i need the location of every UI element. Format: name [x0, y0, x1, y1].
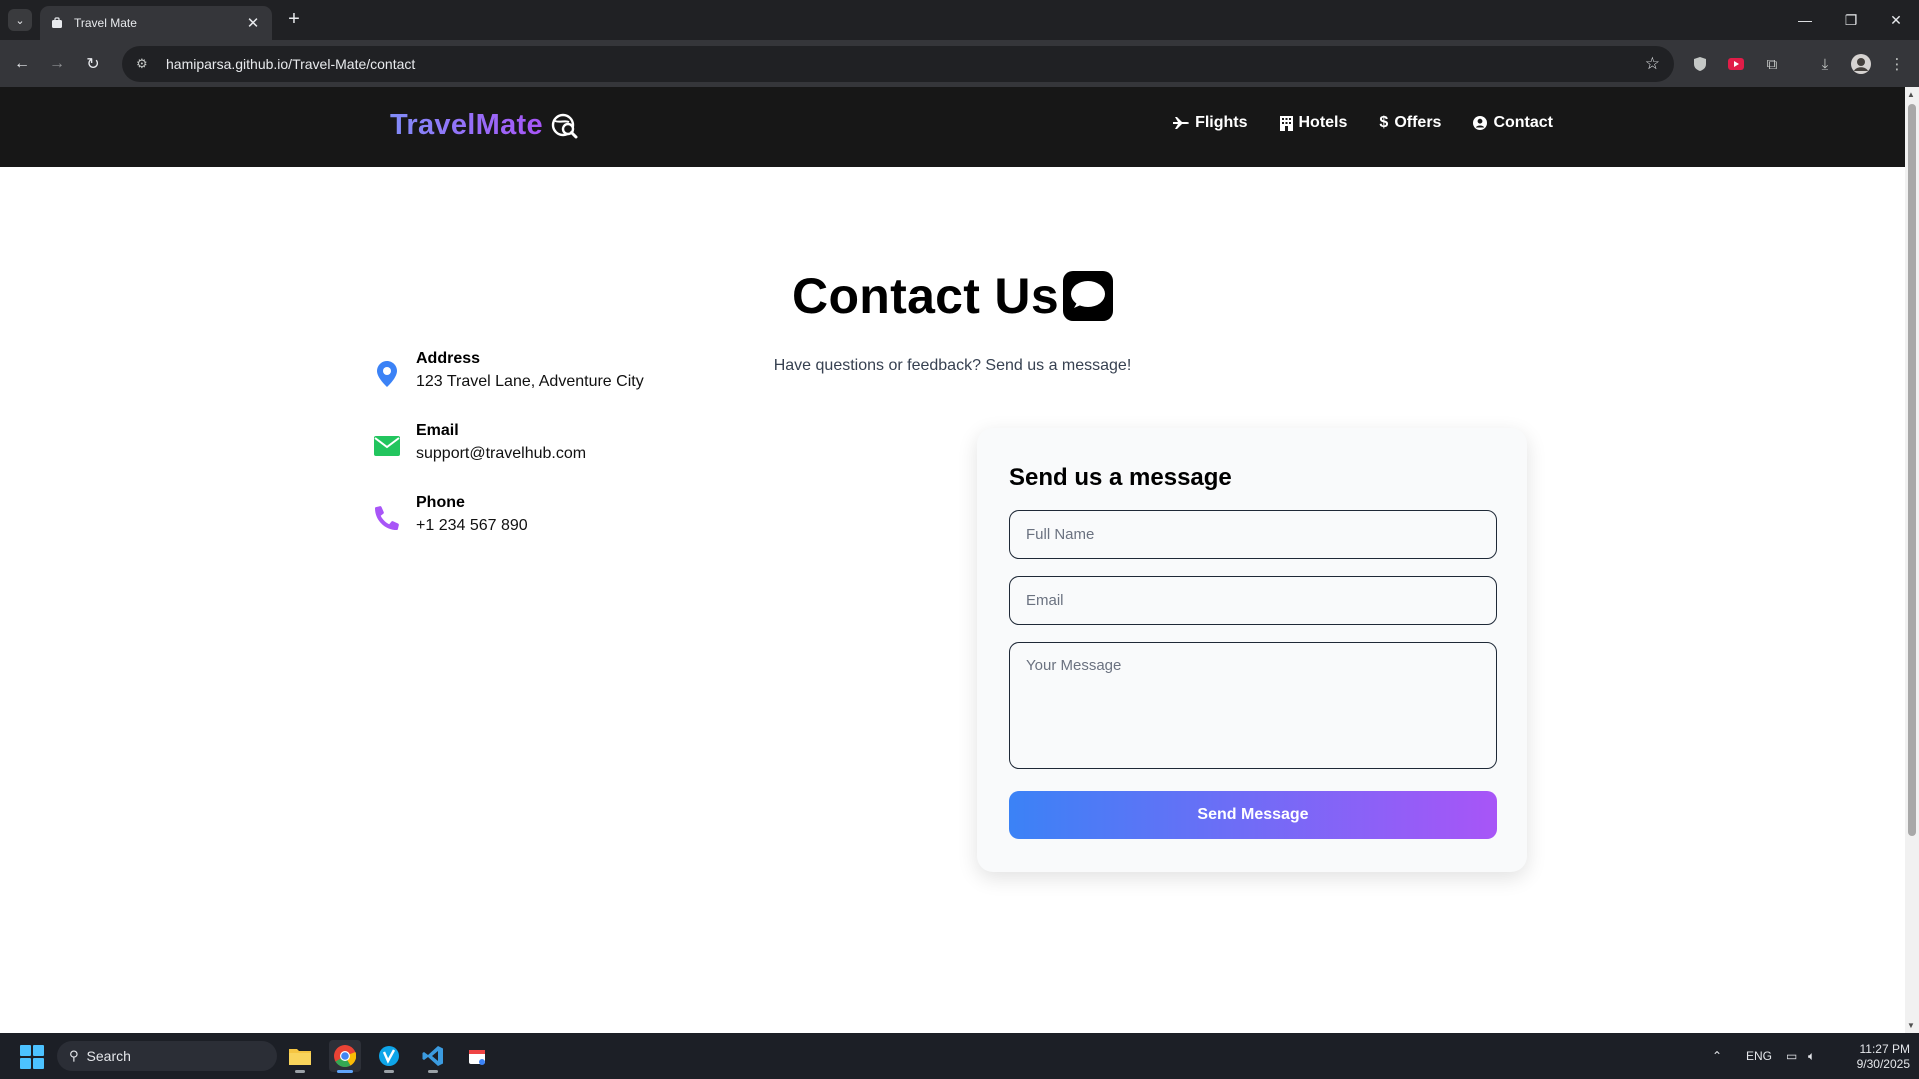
browser-toolbar: ← → ↻ ⚙ hamiparsa.github.io/Travel-Mate/… — [0, 40, 1919, 87]
nav-contact[interactable]: Contact — [1473, 114, 1553, 132]
running-indicator — [295, 1070, 305, 1073]
address-label: Address — [416, 350, 481, 367]
taskbar-search-label: Search — [86, 1048, 131, 1064]
browser-menu-icon[interactable]: ⋮ — [1885, 52, 1909, 76]
address-bar[interactable]: ⚙ hamiparsa.github.io/Travel-Mate/contac… — [122, 46, 1674, 82]
browser-tab[interactable]: Travel Mate ✕ — [40, 6, 272, 40]
map-pin-icon — [373, 360, 401, 388]
close-window-button[interactable]: ✕ — [1873, 0, 1919, 40]
nav-offers[interactable]: $ Offers — [1379, 114, 1441, 132]
site-navbar: TravelMate Flights Hotels $ Offers Conta… — [0, 87, 1905, 167]
brand-name: TravelMate — [390, 109, 543, 141]
file-explorer-icon[interactable] — [284, 1040, 316, 1073]
scrollbar-thumb[interactable] — [1908, 104, 1916, 836]
windows-start-icon[interactable] — [20, 1045, 44, 1069]
chat-bubble-icon — [1062, 271, 1113, 321]
email-input[interactable] — [1009, 576, 1497, 625]
envelope-icon — [373, 432, 401, 460]
search-icon: ⚲ — [69, 1048, 79, 1063]
system-clock[interactable]: 11:27 PM 9/30/2025 — [1840, 1042, 1910, 1072]
vscode-icon[interactable] — [417, 1040, 449, 1073]
active-indicator — [337, 1070, 353, 1073]
site-logo[interactable]: TravelMate — [390, 109, 579, 142]
youtube-extension-icon[interactable] — [1724, 52, 1748, 76]
phone-value[interactable]: +1 234 567 890 — [416, 517, 528, 535]
hotel-icon — [1279, 115, 1293, 131]
nav-flights[interactable]: Flights — [1173, 114, 1248, 132]
profile-avatar-icon[interactable] — [1849, 52, 1873, 76]
taskbar-search[interactable]: ⚲ Search — [57, 1041, 277, 1071]
running-indicator — [384, 1070, 394, 1073]
restore-button[interactable]: ❐ — [1828, 0, 1874, 40]
tab-close-icon[interactable]: ✕ — [244, 14, 262, 32]
network-icon[interactable]: ▭ — [1786, 1033, 1797, 1079]
nav-contact-label: Contact — [1493, 114, 1553, 131]
page-title-text: Contact Us — [792, 268, 1059, 324]
page-subtitle: Have questions or feedback? Send us a me… — [773, 357, 1132, 374]
url-text: hamiparsa.github.io/Travel-Mate/contact — [166, 56, 416, 72]
extensions-puzzle-icon[interactable]: ⧉ — [1760, 52, 1784, 76]
nav-hotels[interactable]: Hotels — [1279, 114, 1348, 132]
browser-tab-bar: ⌄ Travel Mate ✕ + — ❐ ✕ — [0, 0, 1919, 40]
message-textarea[interactable] — [1009, 642, 1497, 769]
email-value[interactable]: support@travelhub.com — [416, 445, 586, 463]
user-circle-icon — [1473, 116, 1488, 130]
show-hidden-icons-icon[interactable]: ⌃ — [1712, 1033, 1722, 1079]
nav-flights-label: Flights — [1195, 114, 1248, 131]
phone-icon — [373, 504, 401, 532]
globe-search-icon — [551, 113, 578, 138]
form-heading: Send us a message — [1009, 464, 1232, 491]
shield-extension-icon[interactable] — [1688, 52, 1712, 76]
reload-button[interactable]: ↻ — [79, 50, 107, 78]
send-message-button[interactable]: Send Message — [1009, 791, 1497, 839]
running-indicator — [428, 1070, 438, 1073]
clock-date: 9/30/2025 — [1856, 1057, 1910, 1071]
language-indicator[interactable]: ENG — [1746, 1033, 1772, 1079]
forward-button[interactable]: → — [43, 50, 71, 78]
downloads-icon[interactable]: ⤓ — [1813, 52, 1837, 76]
tab-favicon-icon — [50, 16, 64, 30]
plane-icon — [1173, 116, 1190, 130]
contact-form: Send us a message Send Message — [977, 428, 1527, 872]
new-tab-button[interactable]: + — [282, 8, 306, 32]
vpn-app-icon[interactable] — [373, 1040, 405, 1073]
chrome-icon[interactable] — [329, 1040, 361, 1073]
full-name-input[interactable] — [1009, 510, 1497, 559]
phone-label: Phone — [416, 494, 465, 511]
nav-offers-label: Offers — [1394, 114, 1442, 131]
email-label: Email — [416, 422, 459, 439]
site-info-icon[interactable]: ⚙ — [136, 56, 156, 72]
windows-taskbar: ⚲ Search ⌃ ENG ▭ 🔈︎ 11:27 PM 9/30/2025 — [0, 1033, 1919, 1079]
tab-title: Travel Mate — [74, 16, 137, 30]
page-scrollbar[interactable]: ▲ ▼ — [1905, 87, 1919, 1033]
scroll-down-arrow-icon[interactable]: ▼ — [1907, 1021, 1915, 1030]
page-title: Contact Us — [0, 267, 1905, 325]
scroll-up-arrow-icon[interactable]: ▲ — [1907, 90, 1915, 99]
address-value: 123 Travel Lane, Adventure City — [416, 373, 644, 390]
main-nav: Flights Hotels $ Offers Contact — [1173, 114, 1553, 132]
bookmark-star-icon[interactable]: ☆ — [1645, 54, 1660, 74]
dollar-icon: $ — [1379, 114, 1389, 131]
clock-time: 11:27 PM — [1859, 1042, 1910, 1056]
snipping-tool-icon[interactable] — [461, 1040, 493, 1072]
tab-search-button[interactable]: ⌄ — [8, 9, 32, 31]
nav-hotels-label: Hotels — [1298, 114, 1348, 131]
back-button[interactable]: ← — [8, 50, 36, 78]
volume-icon[interactable]: 🔈︎ — [1808, 1033, 1815, 1079]
page-viewport: TravelMate Flights Hotels $ Offers Conta… — [0, 87, 1905, 1033]
minimize-button[interactable]: — — [1782, 0, 1828, 40]
